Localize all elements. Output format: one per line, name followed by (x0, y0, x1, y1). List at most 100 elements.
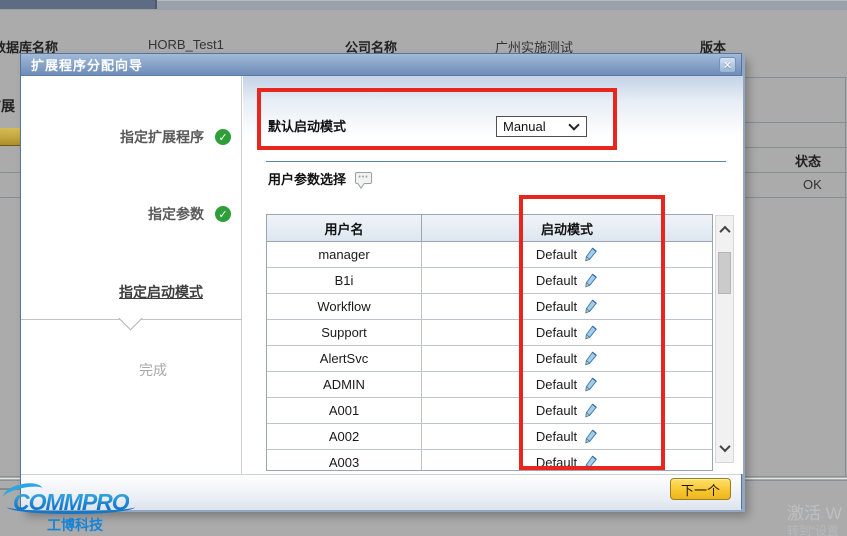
bg-table-line (743, 172, 847, 173)
mode-value: Default (536, 377, 577, 392)
chevron-up-icon (719, 226, 730, 237)
startup-mode-cell: Default (422, 320, 712, 345)
table-row: Workflow Default (267, 294, 712, 320)
username-cell: A002 (267, 424, 422, 449)
bg-table-line (0, 197, 20, 198)
edit-pencil-icon[interactable] (583, 247, 598, 262)
edit-pencil-icon[interactable] (583, 351, 598, 366)
step-specify-parameters[interactable]: 指定参数 ✓ (21, 205, 241, 223)
dialog-body: 指定扩展程序 ✓ 指定参数 ✓ 指定启动模式 完成 默认启动模式 Manual (21, 76, 741, 474)
close-button[interactable]: ✕ (719, 57, 736, 73)
step-label: 完成 (139, 360, 167, 380)
bg-table-line (743, 147, 847, 148)
scrollbar-up-button[interactable] (716, 218, 733, 242)
step-finish: 完成 (21, 361, 241, 379)
chevron-down-icon (118, 306, 142, 330)
table-row: manager Default (267, 242, 712, 268)
table-scrollbar[interactable] (715, 215, 734, 463)
username-cell: A001 (267, 398, 422, 423)
step-completed-check-icon: ✓ (215, 129, 231, 145)
table-row: A003 Default (267, 450, 712, 471)
edit-pencil-icon[interactable] (583, 403, 598, 418)
startup-mode-column-header: 启动模式 (422, 215, 712, 241)
step-specify-startup-mode[interactable]: 指定启动模式 (21, 283, 241, 301)
wizard-steps-sidebar: 指定扩展程序 ✓ 指定参数 ✓ 指定启动模式 完成 (21, 76, 242, 474)
browser-tab-strip-inactive (157, 0, 847, 9)
edit-pencil-icon[interactable] (583, 273, 598, 288)
startup-mode-cell: Default (422, 398, 712, 423)
edit-pencil-icon[interactable] (583, 377, 598, 392)
table-row: ADMIN Default (267, 372, 712, 398)
user-table-body: managerDefaultB1iDefaultWorkflowDefaultS… (267, 242, 712, 471)
mode-value: Default (536, 403, 577, 418)
mode-value: Default (536, 247, 577, 262)
dialog-title: 扩展程序分配向导 (21, 55, 143, 74)
bg-table-line (743, 122, 847, 123)
user-params-section-label: 用户参数选择 (268, 169, 346, 188)
edit-pencil-icon[interactable] (583, 429, 598, 444)
username-cell: Workflow (267, 294, 422, 319)
bg-highlighted-row (0, 128, 20, 146)
logo-underline-swoosh (7, 500, 135, 514)
chevron-down-icon (568, 119, 579, 130)
edit-pencil-icon[interactable] (583, 455, 598, 470)
startup-mode-cell: Default (422, 424, 712, 449)
username-cell: ADMIN (267, 372, 422, 397)
startup-mode-dropdown[interactable]: Manual (496, 116, 587, 137)
bg-table-line (743, 77, 847, 78)
bg-window-border (845, 77, 846, 476)
status-value: OK (803, 177, 822, 192)
table-row: AlertSvcDefault (267, 346, 712, 372)
username-cell: manager (267, 242, 422, 267)
step-label: 指定启动模式 (119, 282, 203, 302)
mode-value: Default (536, 325, 577, 340)
status-column-header: 状态 (795, 151, 821, 170)
username-cell: A003 (267, 450, 422, 471)
scrollbar-down-button[interactable] (716, 436, 733, 460)
mode-value: Default (536, 351, 577, 366)
bg-table-line (743, 197, 847, 198)
step-completed-check-icon: ✓ (215, 206, 231, 222)
top-divider-line (0, 9, 847, 10)
activate-windows-watermark: 激活 W (787, 499, 842, 524)
tooltip-bubble-icon[interactable]: ••• (355, 172, 372, 184)
mode-value: Default (536, 299, 577, 314)
logo-company-text: 工博科技 (47, 515, 103, 535)
username-cell: Support (267, 320, 422, 345)
dialog-titlebar[interactable]: 扩展程序分配向导 ✕ (21, 54, 741, 76)
startup-mode-cell: Default (422, 450, 712, 471)
edit-pencil-icon[interactable] (583, 299, 598, 314)
dropdown-selected-value: Manual (497, 119, 570, 134)
username-cell: B1i (267, 268, 422, 293)
username-column-header: 用户名 (267, 215, 422, 241)
scrollbar-thumb[interactable] (718, 252, 731, 294)
section-separator (266, 161, 726, 162)
startup-mode-cell: Default (422, 268, 712, 293)
edit-pencil-icon[interactable] (583, 325, 598, 340)
table-row: A001 Default (267, 398, 712, 424)
startup-mode-cell: Default (422, 294, 712, 319)
bg-partial-title: 扩展 (0, 96, 20, 114)
bg-table-line (0, 172, 20, 173)
startup-mode-cell: Default (422, 372, 712, 397)
table-row: A002 Default (267, 424, 712, 450)
browser-tab-strip (0, 0, 155, 9)
extension-assignment-wizard-dialog: 扩展程序分配向导 ✕ 指定扩展程序 ✓ 指定参数 ✓ 指定启动模式 完成 默 (20, 53, 742, 509)
step-label: 指定参数 (148, 204, 204, 224)
next-button[interactable]: 下一个 (670, 478, 731, 500)
startup-mode-cell: Default (422, 242, 712, 267)
step-label: 指定扩展程序 (120, 127, 204, 147)
table-row: Support Default (267, 320, 712, 346)
default-startup-mode-label: 默认启动模式 (268, 116, 346, 135)
chevron-down-icon (719, 441, 730, 452)
table-header-row: 用户名 启动模式 (267, 215, 712, 242)
wizard-main-panel: 默认启动模式 Manual 用户参数选择 ••• 用户名 启动模式 manage… (243, 76, 743, 474)
table-row: B1i Default (267, 268, 712, 294)
mode-value: Default (536, 429, 577, 444)
user-startup-mode-table: 用户名 启动模式 managerDefaultB1iDefaultWorkflo… (266, 214, 713, 471)
mode-value: Default (536, 273, 577, 288)
startup-mode-cell: Default (422, 346, 712, 371)
step-specify-extension[interactable]: 指定扩展程序 ✓ (21, 128, 241, 146)
mode-value: Default (536, 455, 577, 470)
commpro-logo: COMMPRO 工博科技 (5, 486, 155, 536)
